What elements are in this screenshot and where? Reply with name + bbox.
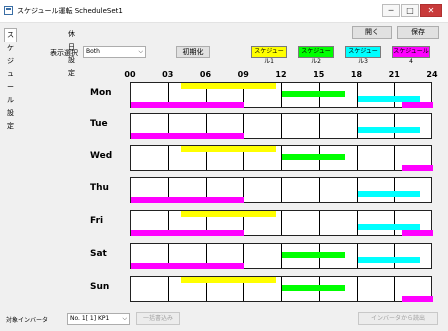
grid-line <box>394 146 396 170</box>
hour-label: 03 <box>162 70 174 79</box>
schedule-2-bar[interactable] <box>282 91 345 97</box>
close-button[interactable]: ✕ <box>420 4 442 17</box>
schedule-2-bar[interactable] <box>282 252 345 258</box>
grid-line <box>356 114 358 138</box>
inverter-select-value: No. 1[ 1] KP1 <box>70 315 110 322</box>
hour-label: 00 <box>124 70 136 79</box>
grid-line <box>356 83 358 107</box>
grid-line <box>318 178 320 202</box>
schedule-4-bar[interactable] <box>131 230 245 236</box>
grid-line <box>394 244 396 268</box>
schedule-3-bar[interactable] <box>357 127 421 133</box>
schedule-4-bar[interactable] <box>131 197 245 203</box>
grid-line <box>281 114 282 138</box>
display-select-label: 表示選択 <box>50 49 78 57</box>
day-schedule-row[interactable] <box>130 145 433 171</box>
day-schedule-row[interactable] <box>130 276 433 302</box>
grid-line <box>318 211 320 235</box>
legend-schedule-3[interactable]: スケジュール3 <box>345 46 381 65</box>
schedule-4-bar[interactable] <box>401 230 433 236</box>
day-label: Mon <box>90 88 112 98</box>
schedule-1-bar[interactable] <box>181 211 276 217</box>
grid-line <box>281 211 282 235</box>
schedule-1-bar[interactable] <box>181 277 276 283</box>
day-schedule-row[interactable] <box>130 113 432 139</box>
schedule-1-bar[interactable] <box>181 146 276 152</box>
day-label: Wed <box>90 151 113 161</box>
schedule-4-bar[interactable] <box>131 102 245 108</box>
hour-label: 15 <box>313 70 325 79</box>
schedule-4-bar[interactable] <box>131 263 245 269</box>
maximize-button[interactable]: □ <box>401 4 419 17</box>
grid-line <box>356 244 358 268</box>
schedule-2-bar[interactable] <box>282 154 345 160</box>
display-select-value: Both <box>86 48 100 55</box>
schedule-4-bar[interactable] <box>131 133 245 139</box>
app-icon <box>4 6 13 15</box>
schedule-4-bar[interactable] <box>401 102 433 108</box>
grid-line <box>356 178 358 202</box>
schedule-3-bar[interactable] <box>357 257 421 263</box>
day-label: Thu <box>90 183 109 193</box>
grid-line <box>394 114 396 138</box>
grid-line <box>394 83 396 107</box>
window-title: スケジュール運転 ScheduleSet1 <box>17 7 123 15</box>
schedule-4-bar[interactable] <box>401 296 433 302</box>
grid-line <box>318 114 320 138</box>
day-schedule-row[interactable] <box>130 243 432 269</box>
save-button[interactable]: 保存 <box>397 26 439 39</box>
day-label: Fri <box>90 216 104 226</box>
schedule-4-bar[interactable] <box>401 165 433 171</box>
chevron-down-icon: ⌵ <box>138 48 143 55</box>
hour-label: 09 <box>237 70 249 79</box>
grid-line <box>394 211 396 235</box>
title-bar: スケジュール運転 ScheduleSet1 ─ □ ✕ <box>0 0 448 23</box>
legend-schedule-1[interactable]: スケジュール1 <box>251 46 287 65</box>
bulk-write-button[interactable]: 一括書込み <box>136 312 180 325</box>
tab-holiday-settings[interactable]: 休日設定 <box>66 28 77 77</box>
day-label: Sat <box>90 249 107 259</box>
grid-line <box>356 146 358 170</box>
grid-line <box>167 277 169 301</box>
legend-schedule-4[interactable]: スケジュール4 <box>392 46 430 65</box>
inverter-select[interactable]: No. 1[ 1] KP1 ⌵ <box>67 313 130 325</box>
hour-label: 21 <box>388 70 400 79</box>
grid-line <box>356 277 358 301</box>
open-button[interactable]: 開く <box>352 26 392 39</box>
inverter-label: 対象インバータ <box>6 317 49 324</box>
hour-label: 24 <box>426 70 438 79</box>
hour-label: 12 <box>275 70 287 79</box>
grid-line <box>394 178 396 202</box>
grid-line <box>394 277 396 301</box>
hour-label: 06 <box>199 70 212 79</box>
grid-line <box>281 178 282 202</box>
minimize-button[interactable]: ─ <box>382 4 400 17</box>
schedule-1-bar[interactable] <box>181 83 276 89</box>
chevron-down-icon: ⌵ <box>122 315 127 322</box>
grid-line <box>167 146 169 170</box>
day-label: Tue <box>90 119 108 129</box>
tab-schedule-settings[interactable]: スケジュール設定 <box>4 28 17 130</box>
schedule-3-bar[interactable] <box>357 191 421 197</box>
day-schedule-row[interactable] <box>130 82 433 108</box>
hour-label: 18 <box>350 70 363 79</box>
day-schedule-row[interactable] <box>130 177 432 203</box>
display-select[interactable]: Both ⌵ <box>83 46 146 58</box>
legend-schedule-2[interactable]: スケジュール2 <box>298 46 334 65</box>
schedule-2-bar[interactable] <box>282 285 345 291</box>
initialize-button[interactable]: 初期化 <box>176 46 210 58</box>
day-schedule-row[interactable] <box>130 210 433 236</box>
day-label: Sun <box>90 282 110 292</box>
read-from-inverter-button[interactable]: インバータから読出 <box>358 312 438 325</box>
grid-line <box>356 211 358 235</box>
